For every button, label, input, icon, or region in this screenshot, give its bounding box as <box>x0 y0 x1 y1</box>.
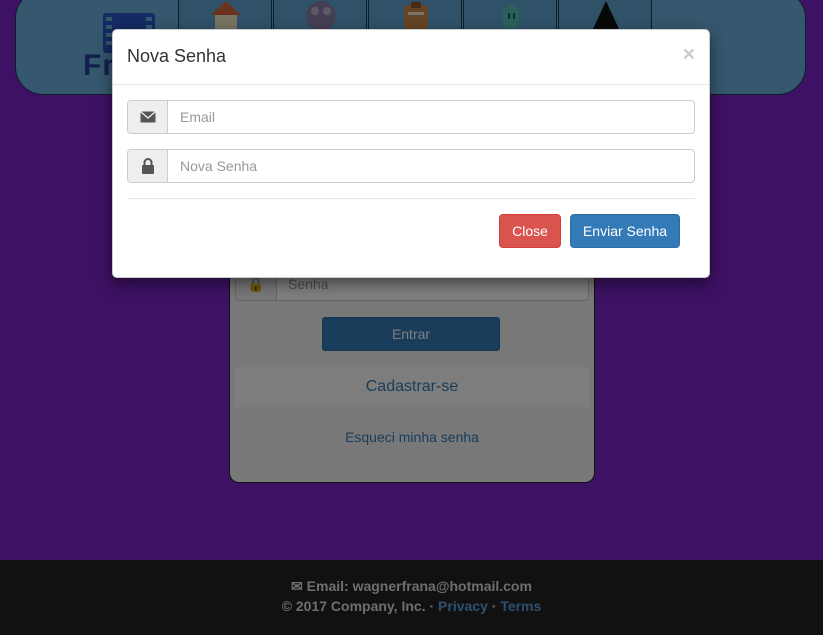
close-button[interactable]: Close <box>499 214 561 248</box>
new-password-input[interactable] <box>168 150 712 182</box>
close-icon[interactable]: × <box>683 43 695 67</box>
email-input-group <box>127 100 712 134</box>
send-password-button[interactable]: Enviar Senha <box>570 214 680 248</box>
modal-title: Nova Senha <box>127 46 227 66</box>
envelope-icon <box>128 101 168 133</box>
page: Frana <box>0 0 823 635</box>
new-password-modal: Nova Senha × Close Enviar Senh <box>112 29 712 278</box>
lock-icon <box>128 150 168 182</box>
modal-header: Nova Senha × <box>113 30 709 85</box>
email-input[interactable] <box>168 101 712 133</box>
new-password-input-group <box>127 149 712 183</box>
modal-footer-divider <box>127 198 695 199</box>
